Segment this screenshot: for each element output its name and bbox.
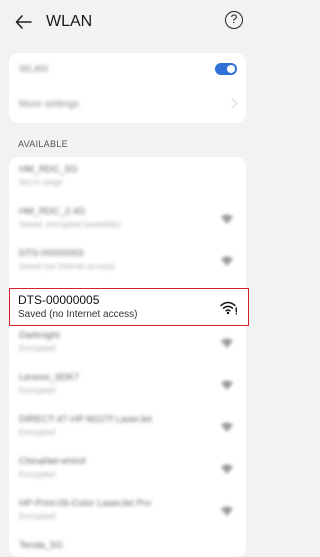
network-name: Lenovo_6DK7 — [19, 372, 80, 383]
network-name: HM_RDC_2.4G — [19, 206, 86, 217]
network-item[interactable]: Lenovo_6DK7 Encrypted — [9, 365, 246, 407]
network-item-selected[interactable]: DTS-00000005 Saved (no Internet access) — [9, 288, 249, 326]
network-item[interactable]: HM_RDC_5G Not in range — [9, 157, 246, 199]
wifi-lock-icon — [221, 506, 233, 516]
network-name: DTS-00000003 — [19, 248, 84, 259]
network-status: Encrypted — [19, 512, 56, 521]
network-name: HP-Print-06-Color LaserJet Pro — [19, 498, 151, 509]
available-networks-list: HM_RDC_5G Not in range HM_RDC_2.4G Saved… — [9, 157, 246, 557]
wlan-toggle-label: WLAN — [19, 64, 48, 75]
network-name: DIRECT-47-HP M227f LaserJet — [19, 414, 152, 425]
wifi-lock-icon — [221, 380, 233, 390]
wlan-settings-card: WLAN More settings — [9, 53, 246, 123]
more-settings-label: More settings — [19, 99, 80, 110]
network-name: DTS-00000005 — [18, 293, 100, 307]
top-bar: WLAN ? — [0, 0, 255, 44]
network-status: Saved (no Internet access) — [19, 262, 115, 271]
wlan-toggle-switch[interactable] — [215, 63, 237, 75]
network-name: Darknight — [19, 330, 60, 341]
network-status: Encrypted — [19, 344, 56, 353]
network-status: Saved (no Internet access) — [18, 309, 138, 320]
toggle-knob — [227, 65, 235, 73]
wifi-lock-icon — [221, 338, 233, 348]
back-arrow-icon[interactable] — [14, 12, 34, 32]
network-status: Encrypted — [19, 428, 56, 437]
chevron-right-icon — [227, 98, 238, 109]
wifi-no-internet-icon — [220, 301, 238, 315]
network-status: Encrypted — [19, 386, 56, 395]
page-title: WLAN — [46, 13, 93, 30]
available-section-label: AVAILABLE — [18, 139, 68, 149]
help-icon[interactable]: ? — [225, 11, 243, 29]
network-item[interactable]: HM_RDC_2.4G Saved, encrypted (available) — [9, 199, 246, 241]
network-name: Tenda_5G — [19, 540, 63, 551]
wifi-alert-icon — [221, 256, 233, 266]
network-item[interactable]: HP-Print-06-Color LaserJet Pro Encrypted — [9, 491, 246, 533]
wifi-lock-icon — [221, 214, 233, 224]
network-item[interactable]: ChinaNet-ehImf Encrypted — [9, 449, 246, 491]
wifi-lock-icon — [221, 464, 233, 474]
wlan-toggle-row[interactable]: WLAN — [9, 53, 246, 88]
network-name: HM_RDC_5G — [19, 164, 78, 175]
network-item[interactable]: Tenda_5G — [9, 533, 246, 557]
network-name: ChinaNet-ehImf — [19, 456, 86, 467]
network-item[interactable]: Darknight Encrypted — [9, 323, 246, 365]
network-status: Saved, encrypted (available) — [19, 220, 121, 229]
network-item[interactable]: DTS-00000003 Saved (no Internet access) — [9, 241, 246, 283]
network-item[interactable]: DIRECT-47-HP M227f LaserJet Encrypted — [9, 407, 246, 449]
more-settings-row[interactable]: More settings — [9, 88, 246, 123]
wifi-lock-icon — [221, 422, 233, 432]
network-status: Encrypted — [19, 470, 56, 479]
network-status: Not in range — [19, 178, 63, 187]
